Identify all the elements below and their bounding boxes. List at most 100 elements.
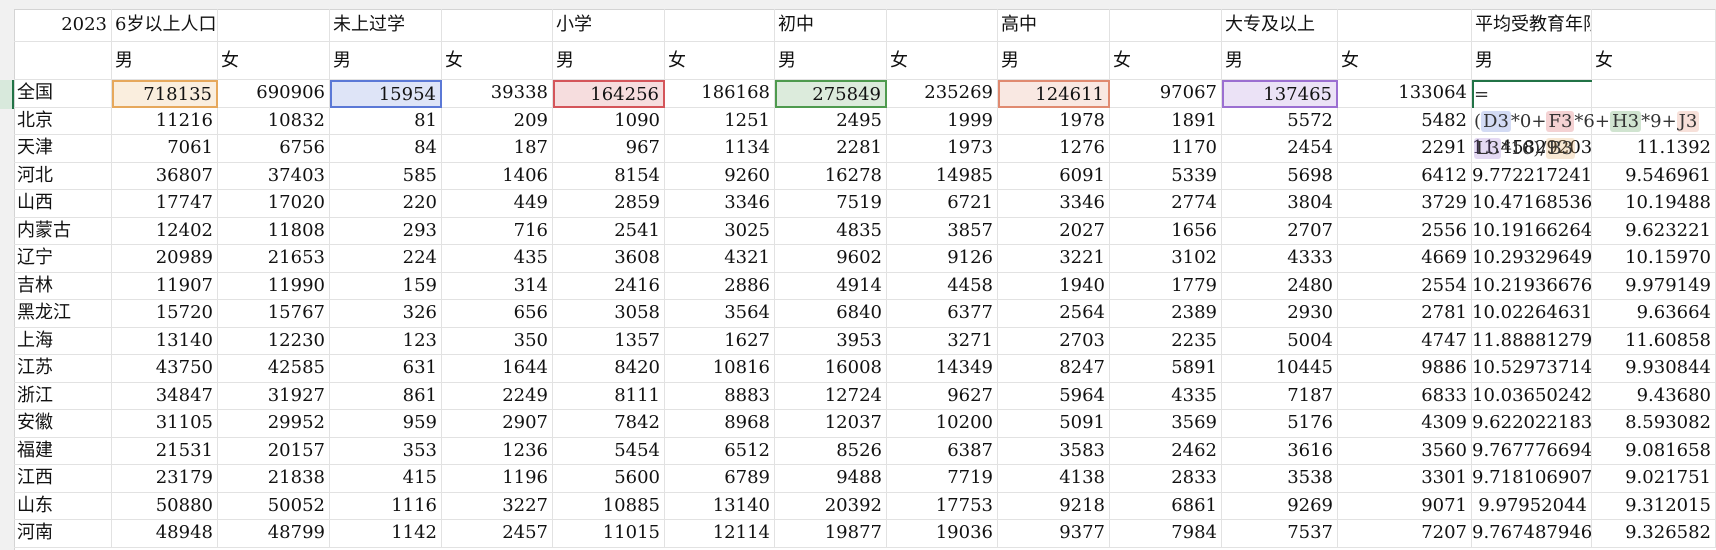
value-cell[interactable]: 1116 <box>330 492 442 520</box>
value-cell[interactable]: 9886 <box>1338 355 1472 383</box>
formula-edit-cell[interactable]: =(D3 *0+ F3 *6+ H3 *9+ J3 L3 *16)/B3 <box>1474 81 1704 159</box>
value-cell[interactable]: 14985 <box>887 162 998 190</box>
value-cell[interactable]: 415 <box>330 465 442 493</box>
value-cell[interactable]: 5482 <box>1338 107 1472 135</box>
value-cell[interactable]: 1644 <box>442 355 553 383</box>
region-cell[interactable]: 河北 <box>14 162 112 190</box>
value-cell[interactable]: 5891 <box>1110 355 1222 383</box>
header-cell[interactable]: 初中 <box>775 9 887 42</box>
value-cell[interactable]: 187 <box>442 135 553 163</box>
value-cell[interactable]: 2389 <box>1110 300 1222 328</box>
value-cell[interactable]: 9.43680 <box>1592 382 1716 410</box>
value-cell[interactable]: 4914 <box>775 272 887 300</box>
value-cell[interactable]: 861 <box>330 382 442 410</box>
value-cell[interactable]: 3221 <box>998 245 1110 273</box>
value-cell[interactable]: 4835 <box>775 217 887 245</box>
subheader-cell[interactable]: 男 <box>1472 42 1592 80</box>
value-cell[interactable]: 224 <box>330 245 442 273</box>
value-cell[interactable]: 123 <box>330 327 442 355</box>
value-cell[interactable]: 6861 <box>1110 492 1222 520</box>
value-cell[interactable]: 3058 <box>553 300 665 328</box>
header-cell[interactable]: 平均受教育年限 <box>1472 9 1592 42</box>
value-cell[interactable]: 9627 <box>887 382 998 410</box>
value-cell[interactable]: 3538 <box>1222 465 1338 493</box>
value-cell[interactable]: 1251 <box>665 107 775 135</box>
value-cell[interactable]: 220 <box>330 190 442 218</box>
header-cell[interactable]: 未上过学 <box>330 9 442 42</box>
value-cell[interactable]: 12724 <box>775 382 887 410</box>
value-cell[interactable]: 350 <box>442 327 553 355</box>
value-cell[interactable]: 9.623221 <box>1592 217 1716 245</box>
value-cell[interactable]: 11216 <box>112 107 218 135</box>
value-cell[interactable]: 2774 <box>1110 190 1222 218</box>
value-cell[interactable]: 1978 <box>998 107 1110 135</box>
value-cell[interactable]: 690906 <box>218 80 330 108</box>
value-cell[interactable]: 2235 <box>1110 327 1222 355</box>
spreadsheet-grid[interactable]: 2023 6岁以上人口 未上过学 小学 初中 高中 大专及以上 平均受教育年限男女男女男女男女… <box>0 0 1716 550</box>
value-cell[interactable]: 8.593082 <box>1592 410 1716 438</box>
value-cell[interactable]: 9.930844 <box>1592 355 1716 383</box>
value-cell[interactable]: 81 <box>330 107 442 135</box>
value-cell[interactable]: 10.03650242 <box>1472 382 1592 410</box>
value-cell[interactable]: 435 <box>442 245 553 273</box>
value-cell[interactable]: 3346 <box>665 190 775 218</box>
value-cell[interactable]: 449 <box>442 190 553 218</box>
value-cell[interactable]: 11808 <box>218 217 330 245</box>
header-cell[interactable] <box>1338 9 1472 42</box>
region-cell[interactable]: 上海 <box>14 327 112 355</box>
value-cell[interactable]: 4335 <box>1110 382 1222 410</box>
value-cell[interactable]: 2781 <box>1338 300 1472 328</box>
value-cell[interactable]: 8883 <box>665 382 775 410</box>
value-cell[interactable]: 10.19166264 <box>1472 217 1592 245</box>
value-cell[interactable]: 2541 <box>553 217 665 245</box>
value-cell[interactable]: 1276 <box>998 135 1110 163</box>
value-cell[interactable]: 1090 <box>553 107 665 135</box>
value-cell[interactable]: 5176 <box>1222 410 1338 438</box>
subheader-cell[interactable]: 女 <box>887 42 998 80</box>
value-cell[interactable]: 2554 <box>1338 272 1472 300</box>
value-cell[interactable]: 17747 <box>112 190 218 218</box>
value-cell[interactable]: 6756 <box>218 135 330 163</box>
value-cell[interactable]: 9377 <box>998 520 1110 548</box>
value-cell[interactable]: 10.52973714 <box>1472 355 1592 383</box>
value-cell[interactable]: 133064 <box>1338 80 1472 108</box>
value-cell[interactable]: 5698 <box>1222 162 1338 190</box>
value-cell[interactable]: 21531 <box>112 437 218 465</box>
value-cell[interactable]: 159 <box>330 272 442 300</box>
value-cell[interactable]: 7187 <box>1222 382 1338 410</box>
value-cell[interactable]: 29952 <box>218 410 330 438</box>
subheader-cell[interactable]: 男 <box>112 42 218 80</box>
header-cell[interactable]: 小学 <box>553 9 665 42</box>
value-cell[interactable]: 2859 <box>553 190 665 218</box>
header-cell[interactable] <box>1592 9 1716 42</box>
header-cell[interactable]: 大专及以上 <box>1222 9 1338 42</box>
region-cell[interactable]: 吉林 <box>14 272 112 300</box>
value-cell[interactable]: 1940 <box>998 272 1110 300</box>
value-cell[interactable]: 2907 <box>442 410 553 438</box>
value-cell[interactable]: 9260 <box>665 162 775 190</box>
value-cell[interactable]: 2556 <box>1338 217 1472 245</box>
value-cell[interactable]: 1973 <box>887 135 998 163</box>
value-cell[interactable]: 2833 <box>1110 465 1222 493</box>
value-cell[interactable]: 6840 <box>775 300 887 328</box>
value-cell[interactable]: 11.60858 <box>1592 327 1716 355</box>
value-cell[interactable]: 42585 <box>218 355 330 383</box>
value-cell[interactable]: 17020 <box>218 190 330 218</box>
value-cell[interactable]: 50052 <box>218 492 330 520</box>
value-cell[interactable]: 11.88881279 <box>1472 327 1592 355</box>
value-cell[interactable]: 9.767776694 <box>1472 437 1592 465</box>
value-cell[interactable]: 8247 <box>998 355 1110 383</box>
value-cell[interactable]: 6091 <box>998 162 1110 190</box>
value-cell[interactable]: 8111 <box>553 382 665 410</box>
value-cell[interactable]: 10816 <box>665 355 775 383</box>
value-cell[interactable]: 31927 <box>218 382 330 410</box>
value-cell[interactable]: 9.021751 <box>1592 465 1716 493</box>
subheader-cell[interactable]: 男 <box>998 42 1110 80</box>
subheader-cell[interactable]: 男 <box>775 42 887 80</box>
value-cell[interactable]: 23179 <box>112 465 218 493</box>
header-cell[interactable] <box>887 9 998 42</box>
row-header-strip[interactable] <box>0 9 15 550</box>
value-cell[interactable]: 1627 <box>665 327 775 355</box>
value-cell[interactable]: 12114 <box>665 520 775 548</box>
value-cell[interactable]: 2416 <box>553 272 665 300</box>
